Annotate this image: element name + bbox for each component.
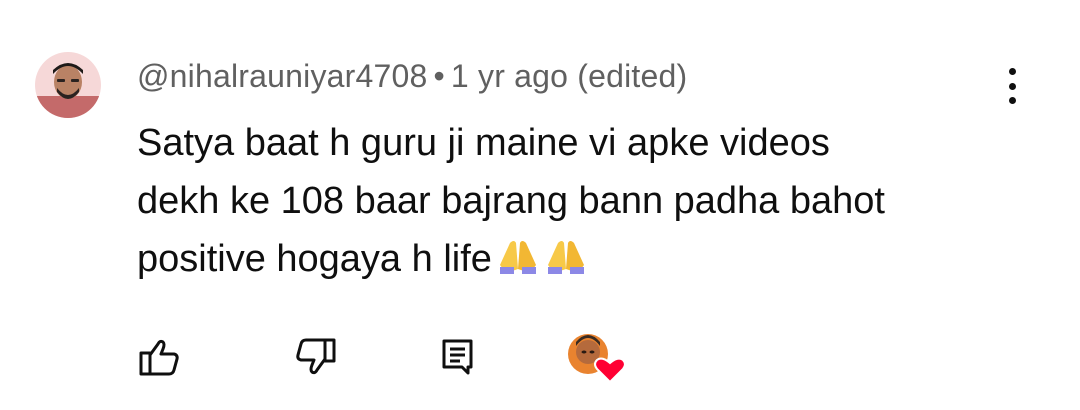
like-button[interactable] xyxy=(138,336,180,383)
comment-text-line: positive hogaya h life xyxy=(137,230,1017,292)
author-avatar[interactable] xyxy=(35,52,101,118)
comment-thread-item: @nihalrauniyar4708 • 1 yr ago (edited) Sat… xyxy=(0,0,1080,410)
dislike-button[interactable] xyxy=(295,336,337,383)
comment-meta: @nihalrauniyar4708 • 1 yr ago (edited) xyxy=(137,58,687,95)
comment-text-line: Satya baat h guru ji maine vi apke video… xyxy=(137,122,830,164)
heart-icon xyxy=(594,357,626,384)
author-handle[interactable]: @nihalrauniyar4708 xyxy=(137,58,428,94)
thumbs-down-icon xyxy=(296,338,336,375)
creator-heart-badge xyxy=(566,332,628,389)
comment-actions xyxy=(0,330,1080,384)
meta-separator: • xyxy=(433,58,445,94)
folded-hands-emoji xyxy=(498,234,590,292)
reply-button[interactable] xyxy=(440,336,476,383)
more-options-icon[interactable] xyxy=(996,62,1028,110)
comment-text-line: dekh ke 108 baar bajrang bann padha baho… xyxy=(137,180,885,222)
comment-timestamp: 1 yr ago (edited) xyxy=(450,58,688,94)
comment-reply-icon xyxy=(442,339,473,375)
comment-text: Satya baat h guru ji maine vi apke video… xyxy=(137,114,1017,292)
thumbs-up-icon xyxy=(139,339,179,376)
